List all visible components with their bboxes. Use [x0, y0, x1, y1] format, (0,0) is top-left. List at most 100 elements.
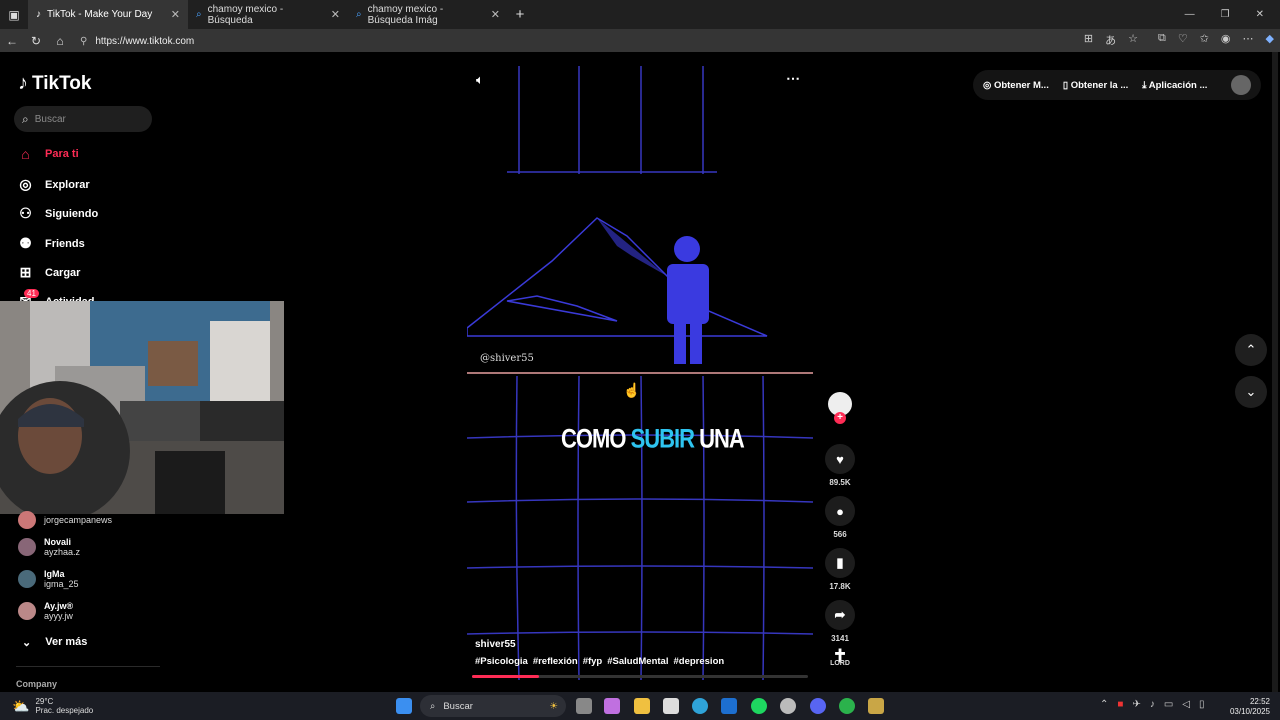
webcam-image: [0, 301, 284, 514]
outlook-icon[interactable]: [721, 698, 737, 714]
avatar: [18, 511, 36, 529]
tiktok-note-icon: ♪: [18, 72, 28, 94]
close-window-icon[interactable]: ✕: [1256, 9, 1264, 20]
profile-avatar[interactable]: [1231, 75, 1251, 95]
copilot-icon[interactable]: ◆: [1266, 32, 1274, 48]
volume-tray-icon[interactable]: ◁: [1182, 699, 1190, 710]
tiktok-logo[interactable]: ♪ TikTok: [18, 72, 91, 95]
nav-friends[interactable]: ⚉ Friends: [18, 235, 85, 252]
video-player[interactable]: @shiver55 COMO SUBIR UNA: [467, 66, 813, 680]
nav-siguiendo[interactable]: ⚇ Siguiendo: [18, 205, 98, 222]
start-icon[interactable]: [396, 698, 412, 714]
following-account[interactable]: Novali ayzhaa.z: [18, 537, 80, 557]
compass-icon: ◎: [19, 176, 32, 192]
store-icon[interactable]: [663, 698, 679, 714]
more-icon[interactable]: ⋯: [1243, 32, 1254, 48]
volume-icon[interactable]: 🔈︎: [476, 72, 484, 88]
account-handle: jorgecampanews: [44, 515, 113, 525]
share-button[interactable]: ➦ 3141: [823, 600, 857, 643]
favorites-bar-icon[interactable]: ✩: [1200, 32, 1209, 48]
creator-avatar[interactable]: +: [823, 392, 857, 424]
hashtag[interactable]: #fyp: [583, 656, 603, 667]
tab-tiktok[interactable]: ♪ TikTok - Make Your Day ✕: [28, 0, 188, 29]
weather-widget[interactable]: ⛅ 29°C Prac. despejado: [12, 697, 93, 715]
close-tab-icon[interactable]: ✕: [171, 8, 180, 21]
scroll-down-button[interactable]: ⌄: [1235, 376, 1267, 408]
translate-icon[interactable]: あ: [1105, 32, 1116, 48]
spotify-icon[interactable]: [751, 698, 767, 714]
tab-search-2[interactable]: ⌕ chamoy mexico - Búsqueda Imág ✕: [348, 0, 508, 29]
task-view-icon[interactable]: [576, 698, 592, 714]
tab-title: chamoy mexico - Búsqueda Imág: [367, 3, 444, 26]
new-tab-button[interactable]: +: [508, 6, 532, 23]
discord-icon[interactable]: [810, 698, 826, 714]
comment-button[interactable]: ● 566: [823, 496, 857, 539]
chevron-up-icon[interactable]: ⌃: [1100, 699, 1108, 710]
battery-icon[interactable]: ▯: [1199, 699, 1205, 710]
like-button[interactable]: ♥ 89.5K: [823, 444, 857, 487]
hashtag[interactable]: #Psicologia: [475, 656, 528, 667]
network-icon[interactable]: ▭: [1164, 699, 1173, 710]
restore-icon[interactable]: ❐: [1221, 9, 1230, 20]
heart-icon: ♥: [825, 444, 855, 474]
scroll-up-button[interactable]: ⌃: [1235, 334, 1267, 366]
url-field[interactable]: ⚲ https://www.tiktok.com: [80, 33, 1060, 49]
overlay-text-part1: COMO: [561, 423, 631, 454]
nav-para-ti[interactable]: ⌂ Para ti: [18, 146, 78, 162]
close-tab-icon[interactable]: ✕: [491, 8, 500, 21]
profile-icon[interactable]: ◉: [1221, 32, 1231, 48]
steam-icon[interactable]: [780, 698, 796, 714]
desktop-app-button[interactable]: ⤓ Aplicación ...: [1142, 80, 1207, 91]
search-favicon-icon: ⌕: [196, 9, 202, 20]
video-author[interactable]: shiver55: [475, 639, 516, 650]
page-scrollbar[interactable]: [1272, 52, 1278, 692]
taskbar-search-label: Buscar: [443, 700, 473, 712]
video-progress-bar[interactable]: [472, 675, 808, 678]
hashtag[interactable]: #reflexión: [533, 656, 578, 667]
nav-cargar[interactable]: ⊞ Cargar: [18, 264, 81, 281]
clock[interactable]: 22:52 03/10/2025: [1230, 697, 1270, 717]
tab-actions-icon[interactable]: ▣: [0, 8, 28, 22]
system-tray: ⌃ ■ ✈ ♪ ▭ ◁ ▯: [1100, 699, 1205, 710]
browser-essentials-icon[interactable]: ♡: [1178, 32, 1188, 48]
account-handle: ayyy.jw: [44, 611, 73, 621]
following-account[interactable]: jorgecampanews: [18, 511, 112, 529]
music-disc[interactable]: ✝ LORD: [823, 647, 857, 667]
league-icon[interactable]: [868, 698, 884, 714]
see-more-button[interactable]: ⌄ Ver más: [22, 636, 87, 649]
video-more-icon[interactable]: ⋯: [786, 70, 800, 87]
site-info-icon[interactable]: ⚲: [80, 36, 87, 47]
following-account[interactable]: IgMa igma_25: [18, 569, 79, 589]
file-explorer-icon[interactable]: [634, 698, 650, 714]
extensions-icon[interactable]: ⧉: [1158, 32, 1166, 48]
tab-search-1[interactable]: ⌕ chamoy mexico - Búsqueda ✕: [188, 0, 348, 29]
get-coins-button[interactable]: ◎ Obtener M...: [983, 80, 1049, 91]
copilot-app-icon[interactable]: [604, 698, 620, 714]
wifi-off-icon[interactable]: ✈: [1132, 699, 1140, 710]
nav-explorar[interactable]: ◎ Explorar: [18, 176, 89, 193]
following-account[interactable]: Ay.jw® ayyy.jw: [18, 601, 73, 621]
home-browser-icon[interactable]: ⌂: [48, 34, 72, 48]
microphone-icon[interactable]: ♪: [1150, 699, 1155, 710]
favorite-icon[interactable]: ☆: [1128, 32, 1138, 48]
xbox-icon[interactable]: [839, 698, 855, 714]
minimize-icon[interactable]: —: [1185, 9, 1195, 20]
search-placeholder: Buscar: [34, 113, 66, 125]
get-app-button[interactable]: ▯ Obtener la ...: [1063, 80, 1128, 91]
hashtag[interactable]: #depresion: [674, 656, 725, 667]
search-input[interactable]: ⌕ Buscar: [14, 106, 152, 132]
hashtag[interactable]: #SaludMental: [607, 656, 668, 667]
taskbar-search[interactable]: ⌕ Buscar ☀: [420, 695, 566, 717]
refresh-icon[interactable]: ↻: [24, 34, 48, 48]
clock-time: 22:52: [1249, 697, 1270, 706]
search-highlight-icon: ☀: [549, 700, 558, 712]
follow-plus-icon[interactable]: +: [834, 412, 846, 424]
app-available-icon[interactable]: ⊞: [1084, 32, 1093, 48]
desktop-app-label: Aplicación ...: [1148, 79, 1208, 91]
close-tab-icon[interactable]: ✕: [331, 8, 340, 21]
record-icon[interactable]: ■: [1117, 699, 1123, 710]
edge-icon[interactable]: [692, 698, 708, 714]
back-icon[interactable]: ←: [0, 34, 24, 48]
save-button[interactable]: ▮ 17.8K: [823, 548, 857, 591]
company-link[interactable]: Company: [16, 679, 57, 689]
